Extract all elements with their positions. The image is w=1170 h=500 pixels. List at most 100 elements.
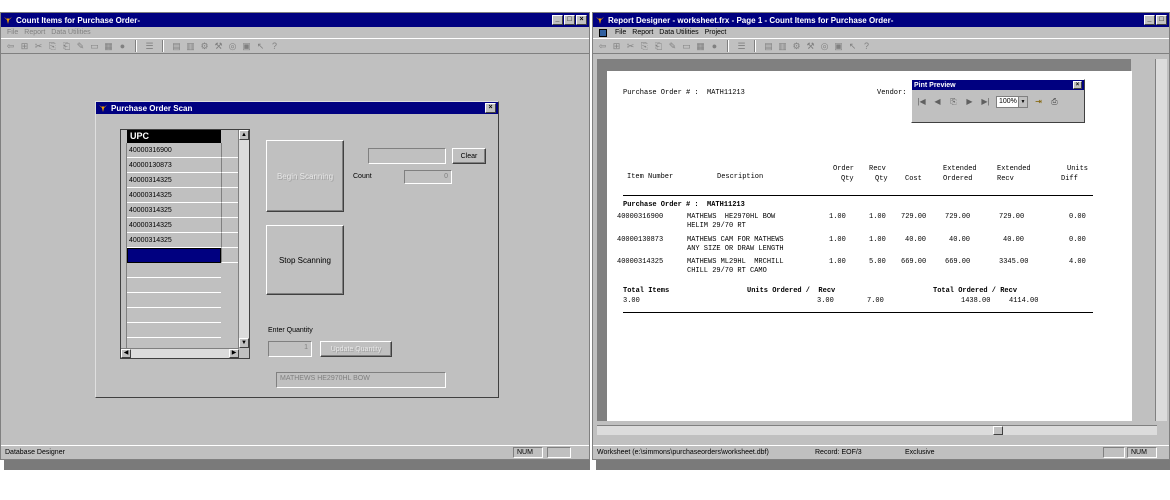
menu-file[interactable]: File — [615, 29, 626, 36]
prev-page-icon[interactable]: ◀ — [932, 97, 943, 106]
chevron-down-icon[interactable]: ▼ — [1018, 96, 1027, 107]
quantity-input[interactable]: 1 — [268, 341, 312, 357]
right-title-bar[interactable]: Report Designer - worksheet.frx - Page 1… — [593, 13, 1169, 27]
grid-row[interactable]: 40000314325 — [127, 173, 221, 188]
close-preview-icon[interactable]: ⇥ — [1033, 97, 1044, 106]
printer-icon[interactable]: ⎙ — [1049, 97, 1060, 107]
scroll-up-icon[interactable]: ▲ — [239, 130, 249, 140]
grid-cell[interactable] — [221, 203, 239, 218]
zoom-select[interactable]: 100% ▼ — [996, 95, 1028, 108]
toolbar-tools-icon[interactable]: ⚒ — [213, 41, 224, 52]
next-page-icon[interactable]: ▶ — [964, 97, 975, 106]
grid-row[interactable]: 40000314325 — [127, 203, 221, 218]
last-page-icon[interactable]: ▶| — [980, 97, 991, 106]
grid-cell[interactable] — [221, 248, 239, 263]
toolbar-chart-icon[interactable]: ▤ — [763, 41, 774, 52]
toolbar-cut-icon[interactable]: ✂ — [33, 41, 44, 52]
toolbar-paste-icon[interactable]: ⎗ — [61, 41, 72, 52]
grid-row[interactable]: 40000314325 — [127, 233, 221, 248]
maximize-button[interactable]: □ — [1156, 15, 1167, 25]
grid-row-empty[interactable] — [127, 308, 221, 323]
scroll-thumb[interactable] — [993, 426, 1003, 435]
toolbar-tools-icon[interactable]: ⚒ — [805, 41, 816, 52]
grid-cell[interactable] — [221, 173, 239, 188]
grid-horizontal-scrollbar[interactable]: ◀ ▶ — [121, 348, 239, 358]
goto-page-icon[interactable]: ⎘ — [948, 97, 959, 107]
toolbar-globe-icon[interactable]: ◎ — [227, 41, 238, 52]
toolbar-edit-icon[interactable]: ✎ — [75, 41, 86, 52]
toolbar-grid-icon[interactable]: ▦ — [695, 41, 706, 52]
toolbar-table-icon[interactable]: ▥ — [185, 41, 196, 52]
maximize-button[interactable]: □ — [564, 15, 575, 25]
toolbar-stop-icon[interactable]: ● — [709, 41, 720, 52]
report-horizontal-scrollbar[interactable] — [597, 425, 1157, 435]
update-quantity-button[interactable]: Update Quantity — [320, 341, 392, 357]
menu-report[interactable]: Report — [632, 29, 653, 36]
toolbar-doc-icon[interactable]: ▣ — [241, 41, 252, 52]
print-preview-close-button[interactable]: × — [1073, 81, 1082, 89]
dialog-title-bar[interactable]: Purchase Order Scan × — [96, 102, 498, 114]
toolbar-chart-icon[interactable]: ▤ — [171, 41, 182, 52]
toolbar-globe-icon[interactable]: ◎ — [819, 41, 830, 52]
clear-button[interactable]: Clear — [452, 148, 486, 164]
left-title-bar[interactable]: Count Items for Purchase Order- _ □ × — [1, 13, 589, 27]
menu-data-utilities[interactable]: Data Utilities — [51, 29, 90, 36]
begin-scanning-button[interactable]: Begin Scanning — [266, 140, 344, 212]
grid-header-upc[interactable]: UPC — [127, 130, 221, 143]
toolbar-copy-icon[interactable]: ⎘ — [639, 41, 650, 52]
report-vertical-scrollbar[interactable] — [1155, 59, 1167, 421]
grid-row[interactable]: 40000316900 — [127, 143, 221, 158]
toolbar-help-icon[interactable]: ? — [861, 41, 872, 52]
print-preview-title-bar[interactable]: Pint Preview × — [912, 80, 1084, 90]
grid-row[interactable]: 40000130873 — [127, 158, 221, 173]
toolbar-add-icon[interactable]: ⊞ — [19, 41, 30, 52]
scroll-left-icon[interactable]: ◀ — [121, 349, 131, 358]
scan-input[interactable] — [368, 148, 446, 164]
toolbar-cut-icon[interactable]: ✂ — [625, 41, 636, 52]
toolbar-grid-icon[interactable]: ▦ — [103, 41, 114, 52]
toolbar-table-icon[interactable]: ▥ — [777, 41, 788, 52]
toolbar-list-icon[interactable]: ☰ — [736, 41, 747, 52]
minimize-button[interactable]: _ — [1144, 15, 1155, 25]
scroll-down-icon[interactable]: ▼ — [239, 338, 249, 348]
toolbar-stop-icon[interactable]: ● — [117, 41, 128, 52]
toolbar-form-icon[interactable]: ▭ — [89, 41, 100, 52]
menu-data-utilities[interactable]: Data Utilities — [659, 29, 698, 36]
toolbar-list-icon[interactable]: ☰ — [144, 41, 155, 52]
toolbar-copy-icon[interactable]: ⎘ — [47, 41, 58, 52]
first-page-icon[interactable]: |◀ — [916, 97, 927, 106]
menu-report[interactable]: Report — [24, 29, 45, 36]
grid-cell[interactable] — [221, 188, 239, 203]
toolbar-form-icon[interactable]: ▭ — [681, 41, 692, 52]
grid-row[interactable]: 40000314325 — [127, 188, 221, 203]
toolbar-doc-icon[interactable]: ▣ — [833, 41, 844, 52]
toolbar-undo-icon[interactable]: ⇦ — [5, 41, 16, 52]
grid-row-empty[interactable] — [127, 323, 221, 338]
toolbar-edit-icon[interactable]: ✎ — [667, 41, 678, 52]
grid-cell[interactable] — [221, 218, 239, 233]
menu-file[interactable]: File — [7, 29, 18, 36]
close-button[interactable]: × — [576, 15, 587, 25]
minimize-button[interactable]: _ — [552, 15, 563, 25]
grid-cell[interactable] — [221, 158, 239, 173]
toolbar-pointer-icon[interactable]: ↖ — [255, 41, 266, 52]
scroll-right-icon[interactable]: ▶ — [229, 349, 239, 358]
grid-row-empty[interactable] — [127, 278, 221, 293]
grid-row-selected[interactable] — [127, 248, 221, 263]
grid-vertical-scrollbar[interactable]: ▲ ▼ — [238, 130, 249, 348]
toolbar-undo-icon[interactable]: ⇦ — [597, 41, 608, 52]
toolbar-pointer-icon[interactable]: ↖ — [847, 41, 858, 52]
dialog-close-button[interactable]: × — [485, 103, 496, 113]
grid-cell[interactable] — [221, 233, 239, 248]
toolbar-wizard-icon[interactable]: ⚙ — [199, 41, 210, 52]
toolbar-help-icon[interactable]: ? — [269, 41, 280, 52]
toolbar-wizard-icon[interactable]: ⚙ — [791, 41, 802, 52]
stop-scanning-button[interactable]: Stop Scanning — [266, 225, 344, 295]
grid-cell[interactable] — [221, 143, 239, 158]
upc-grid[interactable]: UPC 40000316900 40000130873 40000314325 … — [120, 129, 250, 359]
toolbar-paste-icon[interactable]: ⎗ — [653, 41, 664, 52]
grid-row[interactable]: 40000314325 — [127, 218, 221, 233]
menu-project[interactable]: Project — [705, 29, 727, 36]
grid-row-empty[interactable] — [127, 263, 221, 278]
toolbar-add-icon[interactable]: ⊞ — [611, 41, 622, 52]
